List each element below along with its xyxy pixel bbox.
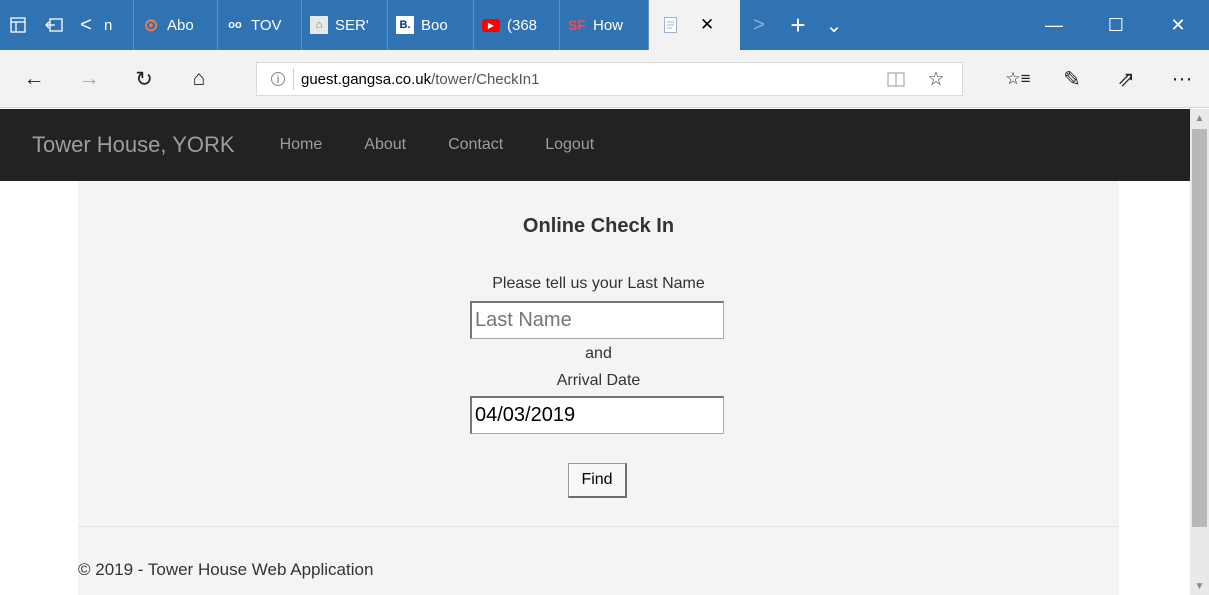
browser-nav-bar: ← → ↻ ⌂ i guest.gangsa.co.uk/tower/Check… xyxy=(0,50,1209,108)
minimize-icon[interactable]: — xyxy=(1023,0,1085,50)
tab-title: Boo xyxy=(421,16,448,34)
share-icon[interactable]: ⇗ xyxy=(1104,50,1148,108)
site-navbar: Tower House, YORK Home About Contact Log… xyxy=(0,109,1190,181)
tab-title: SER' xyxy=(335,16,369,34)
address-bar[interactable]: i guest.gangsa.co.uk/tower/CheckIn1 ☆ xyxy=(256,62,963,96)
browser-tab-strip: < n ⊙ Abo oo TOV ⌂ SER' B. Boo ▶ (368 SF… xyxy=(0,0,1209,50)
site-brand[interactable]: Tower House, YORK xyxy=(32,132,235,158)
notes-pen-icon[interactable]: ✎ xyxy=(1050,50,1094,108)
youtube-favicon-icon: ▶ xyxy=(482,18,500,32)
scroll-down-arrow-icon[interactable]: ▼ xyxy=(1190,577,1209,595)
tab-title: n xyxy=(104,16,113,34)
tab-item[interactable]: B. Boo xyxy=(388,0,474,50)
tab-item[interactable]: ⌂ SER' xyxy=(302,0,388,50)
home-icon[interactable]: ⌂ xyxy=(177,50,221,108)
nav-link-contact[interactable]: Contact xyxy=(427,136,524,154)
site-info-icon[interactable]: i xyxy=(271,72,285,86)
tab-item[interactable]: oo TOV xyxy=(218,0,302,50)
tab-item[interactable]: ▶ (368 xyxy=(474,0,560,50)
address-separator xyxy=(293,68,294,90)
page-title: Online Check In xyxy=(522,215,675,237)
arrival-date-label: Arrival Date xyxy=(556,372,641,389)
active-tab[interactable]: ✕ xyxy=(649,0,740,50)
owl-favicon-icon: oo xyxy=(228,19,242,31)
tab-title: (368 xyxy=(507,16,538,34)
reading-view-icon[interactable] xyxy=(878,63,914,95)
url-text[interactable]: guest.gangsa.co.uk/tower/CheckIn1 xyxy=(301,71,539,88)
tab-title: How xyxy=(593,16,624,34)
sf-favicon-icon: SF xyxy=(568,17,586,33)
tab-title: TOV xyxy=(251,16,282,34)
booking-favicon-icon: B. xyxy=(396,16,414,34)
tab-preview-icon[interactable] xyxy=(0,0,36,50)
new-tab-icon[interactable]: + xyxy=(778,0,818,50)
tab-title: Abo xyxy=(167,16,194,34)
scrollbar-thumb[interactable] xyxy=(1192,129,1207,527)
circle-dot-favicon-icon: ⊙ xyxy=(143,14,159,35)
tab-item[interactable]: SF How xyxy=(560,0,649,50)
vertical-scrollbar[interactable]: ▲ ▼ xyxy=(1190,109,1209,595)
and-text: and xyxy=(585,345,612,362)
last-name-input[interactable]: Last Name xyxy=(470,301,724,339)
scroll-up-arrow-icon[interactable]: ▲ xyxy=(1190,109,1209,127)
arrival-date-input[interactable]: 04/03/2019 xyxy=(470,396,724,434)
favorites-hub-icon[interactable]: ☆≡ xyxy=(996,50,1040,108)
refresh-icon[interactable]: ↻ xyxy=(122,50,166,108)
last-name-prompt: Please tell us your Last Name xyxy=(492,275,705,292)
url-path: /tower/CheckIn1 xyxy=(431,70,540,88)
more-options-icon[interactable]: ··· xyxy=(1160,50,1204,108)
footer-divider xyxy=(78,526,1119,527)
window-controls: — ☐ ✕ xyxy=(1023,0,1209,50)
set-aside-tabs-icon[interactable] xyxy=(36,0,72,50)
favorite-star-icon[interactable]: ☆ xyxy=(918,63,954,95)
back-arrow-icon[interactable]: ← xyxy=(12,50,56,108)
nav-link-about[interactable]: About xyxy=(343,136,427,154)
forward-arrow-icon[interactable]: → xyxy=(67,50,111,108)
checkin-content: Online Check In Please tell us your Last… xyxy=(78,181,1119,595)
nav-link-home[interactable]: Home xyxy=(259,136,344,154)
building-favicon-icon: ⌂ xyxy=(310,16,328,34)
chevron-left-icon: < xyxy=(80,13,92,36)
close-tab-icon[interactable]: ✕ xyxy=(700,15,714,35)
tab-item[interactable]: ⊙ Abo xyxy=(134,0,218,50)
tab-scroll-left-icon[interactable]: < xyxy=(72,0,100,50)
page-footer: © 2019 - Tower House Web Application xyxy=(78,560,374,579)
maximize-icon[interactable]: ☐ xyxy=(1085,0,1147,50)
url-domain: guest.gangsa.co.uk xyxy=(301,70,432,88)
page-favicon-icon xyxy=(661,16,679,34)
find-button[interactable]: Find xyxy=(568,463,627,498)
tab-list-chevron-down-icon[interactable]: ⌄ xyxy=(818,0,850,50)
tab-scroll-right-icon[interactable]: > xyxy=(740,0,778,50)
page-viewport: Tower House, YORK Home About Contact Log… xyxy=(0,109,1209,595)
tab-item[interactable]: n xyxy=(100,0,134,50)
close-window-icon[interactable]: ✕ xyxy=(1147,0,1209,50)
nav-link-logout[interactable]: Logout xyxy=(524,136,615,154)
